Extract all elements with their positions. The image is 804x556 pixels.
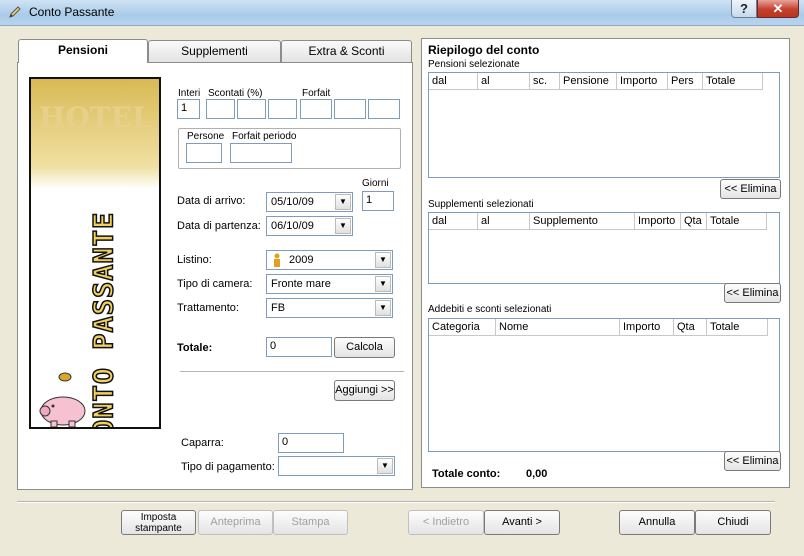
- chevron-down-icon[interactable]: ▼: [335, 194, 351, 210]
- col-header[interactable]: dal: [429, 73, 478, 90]
- anteprima-button[interactable]: Anteprima: [198, 510, 273, 535]
- chiudi-button[interactable]: Chiudi: [695, 510, 771, 535]
- imposta-stampante-button[interactable]: Imposta stampante: [121, 510, 196, 535]
- avanti-button[interactable]: Avanti >: [484, 510, 560, 535]
- arrivo-date-picker[interactable]: 05/10/09 ▼: [266, 192, 353, 212]
- arrivo-label: Data di arrivo:: [177, 195, 246, 207]
- chevron-down-icon[interactable]: ▼: [375, 276, 391, 292]
- col-header[interactable]: Importo: [635, 213, 681, 230]
- col-header[interactable]: sc.: [530, 73, 560, 90]
- giorni-label: Giorni: [362, 178, 389, 189]
- pagamento-label: Tipo di pagamento:: [181, 461, 275, 473]
- listino-select[interactable]: 2009 ▼: [266, 250, 393, 270]
- col-header[interactable]: Qta: [674, 319, 707, 336]
- scontati-input-3[interactable]: [268, 99, 297, 119]
- pensioni-list[interactable]: dal al sc. Pensione Importo Pers Totale: [428, 72, 780, 178]
- interi-input[interactable]: 1: [177, 99, 200, 119]
- interi-label: Interi: [178, 88, 201, 99]
- pensioni-list-label: Pensioni selezionate: [428, 59, 520, 70]
- piggy-bank-icon: [39, 372, 86, 427]
- addebiti-list-label: Addebiti e sconti selezionati: [428, 304, 552, 315]
- listino-value: 2009: [289, 254, 314, 266]
- pagamento-select[interactable]: ▼: [278, 456, 395, 476]
- totale-conto-label: Totale conto:: [432, 468, 501, 480]
- partenza-date-picker[interactable]: 06/10/09 ▼: [266, 216, 353, 236]
- calcola-button[interactable]: Calcola: [334, 337, 395, 358]
- addebiti-list[interactable]: Categoria Nome Importo Qta Totale: [428, 318, 780, 452]
- forfait-periodo-input[interactable]: [230, 143, 292, 163]
- persone-input[interactable]: [186, 143, 222, 163]
- col-header[interactable]: al: [478, 73, 530, 90]
- forfait-input-1[interactable]: [300, 99, 332, 119]
- annulla-button[interactable]: Annulla: [619, 510, 695, 535]
- elimina-addebiti-button[interactable]: << Elimina: [724, 451, 781, 471]
- window-title: Conto Passante: [29, 5, 115, 19]
- forfait-input-2[interactable]: [334, 99, 366, 119]
- scontati-input-1[interactable]: [206, 99, 235, 119]
- arrivo-value: 05/10/09: [271, 196, 314, 208]
- col-header[interactable]: Importo: [617, 73, 668, 90]
- footer-divider: [17, 501, 775, 503]
- indietro-button[interactable]: < Indietro: [408, 510, 484, 535]
- chevron-down-icon[interactable]: ▼: [377, 458, 393, 474]
- title-bar: Conto Passante ? ✕: [0, 0, 804, 26]
- scontati-label: Scontati (%): [208, 88, 263, 99]
- tab-pensioni[interactable]: Pensioni: [18, 39, 148, 63]
- col-header[interactable]: Totale: [707, 319, 768, 336]
- col-header[interactable]: Totale: [703, 73, 763, 90]
- col-header[interactable]: Categoria: [429, 319, 496, 336]
- camera-select[interactable]: Fronte mare ▼: [266, 274, 393, 294]
- col-header[interactable]: Totale: [707, 213, 767, 230]
- tab-extra-sconti[interactable]: Extra & Sconti: [281, 40, 412, 62]
- logo-image: HOTEL CONTO PASSANTE: [29, 77, 161, 429]
- partenza-label: Data di partenza:: [177, 220, 261, 232]
- tab-supplementi[interactable]: Supplementi: [148, 40, 281, 62]
- caparra-label: Caparra:: [181, 437, 224, 449]
- chevron-down-icon[interactable]: ▼: [335, 218, 351, 234]
- chevron-down-icon[interactable]: ▼: [375, 300, 391, 316]
- col-header[interactable]: al: [478, 213, 530, 230]
- camera-label: Tipo di camera:: [177, 278, 253, 290]
- hotel-bg-text: HOTEL: [39, 101, 152, 134]
- imposta-line2: stampante: [135, 523, 182, 534]
- help-button[interactable]: ?: [731, 0, 757, 18]
- totale-input[interactable]: 0: [266, 337, 332, 357]
- close-window-button[interactable]: ✕: [757, 0, 799, 18]
- trattamento-value: FB: [271, 302, 286, 314]
- col-header[interactable]: Nome: [496, 319, 620, 336]
- forfait-periodo-label: Forfait periodo: [232, 131, 297, 142]
- chevron-down-icon[interactable]: ▼: [375, 252, 391, 268]
- forfait-input-3[interactable]: [368, 99, 400, 119]
- caparra-input[interactable]: 0: [278, 433, 344, 453]
- totale-label: Totale:: [177, 342, 213, 354]
- summary-title: Riepilogo del conto: [428, 43, 540, 57]
- elimina-supplementi-button[interactable]: << Elimina: [724, 283, 781, 303]
- col-header[interactable]: Pers: [668, 73, 703, 90]
- giorni-input[interactable]: 1: [362, 191, 394, 211]
- pencil-icon: [9, 6, 21, 18]
- col-header[interactable]: Qta: [681, 213, 707, 230]
- divider: [180, 371, 404, 373]
- supplementi-list-label: Supplementi selezionati: [428, 199, 534, 210]
- col-header[interactable]: Pensione: [560, 73, 617, 90]
- totale-conto-value: 0,00: [526, 468, 548, 480]
- col-header[interactable]: Supplemento: [530, 213, 635, 230]
- forfait-label: Forfait: [302, 88, 331, 99]
- scontati-input-2[interactable]: [237, 99, 266, 119]
- camera-value: Fronte mare: [271, 278, 331, 290]
- trattamento-select[interactable]: FB ▼: [266, 298, 393, 318]
- person-icon: [274, 253, 280, 267]
- supplementi-list[interactable]: dal al Supplemento Importo Qta Totale: [428, 212, 780, 284]
- elimina-pensioni-button[interactable]: << Elimina: [720, 179, 781, 199]
- partenza-value: 06/10/09: [271, 220, 314, 232]
- imposta-line1: Imposta: [140, 512, 177, 523]
- stampa-button[interactable]: Stampa: [273, 510, 348, 535]
- col-header[interactable]: Importo: [620, 319, 674, 336]
- aggiungi-button[interactable]: Aggiungi >>: [334, 380, 395, 401]
- trattamento-label: Trattamento:: [177, 302, 239, 314]
- col-header[interactable]: dal: [429, 213, 478, 230]
- listino-label: Listino:: [177, 254, 212, 266]
- persone-label: Persone: [187, 131, 225, 142]
